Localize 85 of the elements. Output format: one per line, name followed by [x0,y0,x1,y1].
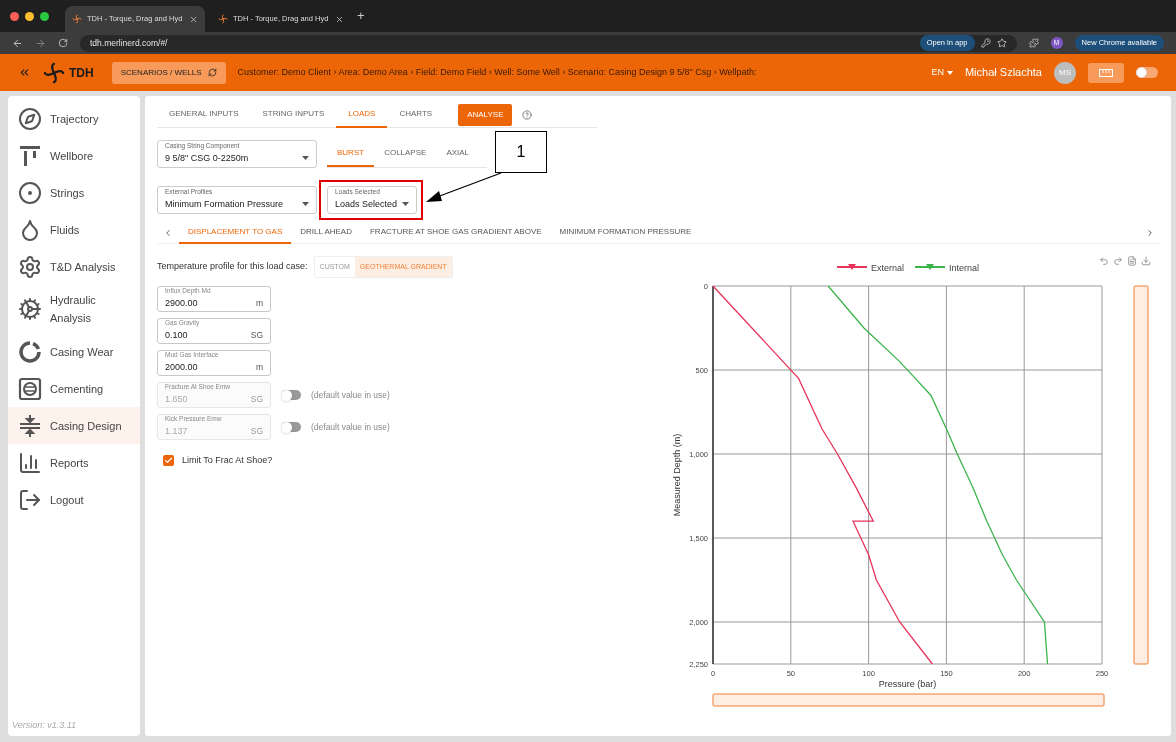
help-icon[interactable] [522,109,533,120]
key-icon[interactable] [980,38,991,48]
unit-label: m [255,296,263,310]
scroll-right-icon[interactable] [1145,227,1155,238]
version-label: Version: v1.3.11 [11,718,78,732]
close-icon[interactable] [189,14,198,24]
unit-label: m [255,360,263,374]
sidebar-item[interactable]: Strings [8,174,140,211]
minimize-window-button[interactable] [25,11,34,21]
checkbox-label: Limit To Frac At Shoe? [182,454,273,467]
sidebar-item[interactable]: Fluids [8,211,140,248]
vertical-zoom-slider[interactable] [1133,285,1149,665]
unit-label: SG [250,392,263,406]
sidebar-item[interactable]: Wellbore [8,137,140,174]
ruler-icon [1099,68,1113,77]
tab[interactable]: DRILL AHEAD [291,221,361,244]
reload-icon[interactable] [58,38,68,48]
collapse-icon[interactable] [18,66,31,79]
tab[interactable]: MINIMUM FORMATION PRESSURE [550,221,701,244]
tab[interactable]: STRING INPUTS [250,101,337,128]
default-note: (default value in use) [311,388,390,402]
tab[interactable]: GENERAL INPUTS [157,101,251,128]
zoom-reset-icon[interactable] [1099,256,1109,266]
select-value: Loads Selected [335,197,399,211]
scenarios-button[interactable]: SCENARIOS / WELLS [111,61,226,84]
sidebar-item[interactable]: Casing Wear [8,333,140,370]
unit-label: SG [250,328,263,342]
app-logo-text: TDH [69,64,94,82]
compress-icon [18,413,42,438]
sidebar-item[interactable]: Trajectory [8,100,140,137]
checkbox[interactable] [163,455,174,467]
extensions-icon[interactable] [1028,38,1039,48]
scroll-left-icon[interactable] [163,227,173,238]
new-tab-button[interactable]: + [357,6,365,26]
user-name: Michał Szlachta [964,65,1042,81]
logo-icon [72,14,82,24]
logout-icon [18,487,42,512]
tab[interactable]: COLLAPSE [374,140,437,167]
unit-label: SG [250,424,263,438]
ring-icon [18,339,42,364]
horizontal-zoom-slider[interactable] [712,693,1105,707]
caret-icon [402,202,409,207]
close-window-button[interactable] [10,11,19,21]
close-icon[interactable] [335,14,344,24]
refresh-icon [207,68,217,77]
legend-label: Internal [949,263,980,273]
data-view-icon[interactable] [1127,256,1137,266]
star-icon[interactable] [996,38,1007,48]
compass-icon [18,106,42,131]
callout-label: 1 [495,131,547,173]
download-icon[interactable] [1141,256,1151,266]
sidebar-item[interactable]: T&D Analysis [8,248,140,285]
cementing-icon [18,376,42,401]
y-axis-title: Measured Depth (m) [672,433,682,517]
ruler-button[interactable] [1088,62,1124,83]
default-note: (default value in use) [311,420,390,434]
back-icon[interactable] [12,37,23,49]
tab[interactable]: CHARTS [387,101,445,128]
select-value: 9 5/8" CSG 0-2250m [165,151,250,165]
target-icon [18,180,42,205]
wellbore-icon [18,143,42,168]
caret-icon [302,156,309,161]
select-value: Minimum Formation Pressure [165,197,285,211]
bar-chart-icon [18,450,42,475]
sidebar-item[interactable]: Cementing [8,370,140,407]
sidebar-item[interactable]: Reports [8,444,140,481]
caret-icon [302,202,309,207]
legend-label: External [871,263,905,273]
x-axis-title: Pressure (bar) [878,679,937,689]
caret-icon [946,70,953,75]
maximize-window-button[interactable] [40,11,49,21]
logo-icon [218,14,228,24]
gear-icon [18,254,42,279]
cog-icon [18,297,42,321]
tab[interactable]: FRACTURE AT SHOE GAS GRADIENT ABOVE [361,221,551,244]
sidebar-item[interactable]: Logout [8,481,140,518]
sidebar-item[interactable]: Casing Design [8,407,140,444]
logo-icon [43,61,65,84]
tab[interactable]: AXIAL [436,140,480,167]
sidebar-item[interactable]: Hydraulic Analysis [8,285,140,333]
temperature-label: Temperature profile for this load case: [157,260,308,274]
restore-icon[interactable] [1113,256,1123,266]
forward-icon[interactable] [35,37,46,49]
breadcrumb: Customer: Demo Client › Area: Demo Area › Field: Demo Field › Well: Some Well › Scenario: Casing Design 9 5/8" Csg › Wellpath: [237,65,758,79]
theme-toggle[interactable] [1136,67,1158,78]
